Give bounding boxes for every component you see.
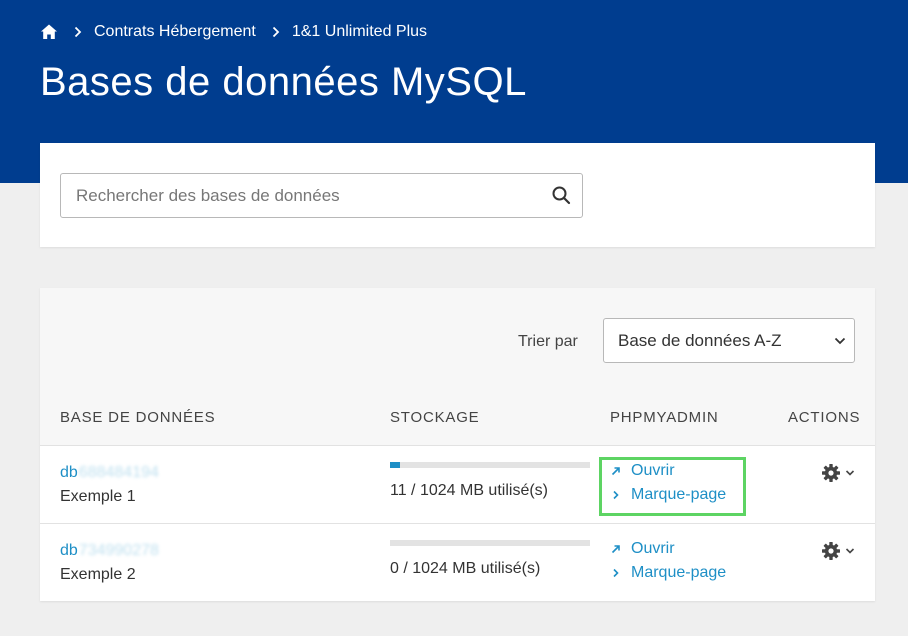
table-row: db688484194 Exemple 1 11 / 1024 MB utili… <box>40 445 875 523</box>
external-link-icon <box>611 467 620 476</box>
sort-selected-value: Base de données A-Z <box>618 331 782 350</box>
column-header-actions: ACTIONS <box>788 409 861 426</box>
database-name-link[interactable]: db688484194 <box>60 464 159 482</box>
actions-menu-button[interactable] <box>821 462 857 484</box>
sort-select[interactable]: Base de données A-Z <box>603 318 855 363</box>
search-card <box>40 143 875 247</box>
storage-usage-text: 11 / 1024 MB utilisé(s) <box>390 482 548 499</box>
phpmyadmin-open-label: Ouvrir <box>631 462 675 479</box>
phpmyadmin-open-link[interactable]: Ouvrir <box>610 462 675 480</box>
database-description: Exemple 1 <box>60 488 136 505</box>
storage-usage-text: 0 / 1024 MB utilisé(s) <box>390 560 541 577</box>
gear-icon <box>822 464 840 482</box>
gear-icon <box>822 542 840 560</box>
search-input[interactable] <box>61 174 541 217</box>
phpmyadmin-bookmark-link[interactable]: Marque-page <box>610 564 726 582</box>
breadcrumb: Contrats Hébergement 1&1 Unlimited Plus <box>40 20 427 44</box>
database-name-link[interactable]: db734990278 <box>60 542 159 560</box>
phpmyadmin-bookmark-label: Marque-page <box>631 564 727 581</box>
chevron-right-icon <box>272 26 280 38</box>
database-description: Exemple 2 <box>60 566 136 583</box>
chevron-down-icon <box>834 337 846 345</box>
storage-progress-bar <box>390 462 590 468</box>
phpmyadmin-open-label: Ouvrir <box>631 540 675 557</box>
chevron-right-icon <box>74 26 82 38</box>
breadcrumb-current: 1&1 Unlimited Plus <box>291 23 428 40</box>
database-name-redacted: 688484194 <box>78 464 159 481</box>
search-box <box>60 173 583 218</box>
sort-label: Trier par <box>518 333 578 350</box>
external-link-icon <box>611 545 620 554</box>
column-header-database: BASE DE DONNÉES <box>60 409 216 426</box>
phpmyadmin-bookmark-label: Marque-page <box>631 486 727 503</box>
database-name-prefix: db <box>60 542 78 559</box>
storage-progress-bar <box>390 540 590 546</box>
storage-progress-fill <box>390 462 400 468</box>
phpmyadmin-open-link[interactable]: Ouvrir <box>610 540 675 558</box>
chevron-down-icon <box>845 470 855 476</box>
actions-menu-button[interactable] <box>821 540 857 562</box>
database-list: Trier par Base de données A-Z BASE DE DO… <box>40 288 875 601</box>
database-name-redacted: 734990278 <box>78 542 159 559</box>
chevron-right-small-icon <box>613 568 619 578</box>
chevron-right-small-icon <box>613 490 619 500</box>
database-name-prefix: db <box>60 464 78 481</box>
page-title: Bases de données MySQL <box>40 60 527 104</box>
home-icon[interactable] <box>40 23 58 41</box>
breadcrumb-link-contracts[interactable]: Contrats Hébergement <box>94 23 256 41</box>
phpmyadmin-bookmark-link[interactable]: Marque-page <box>610 486 726 504</box>
column-header-storage: STOCKAGE <box>390 409 480 426</box>
search-icon[interactable] <box>551 185 571 205</box>
column-header-phpmyadmin: PHPMYADMIN <box>610 409 719 426</box>
chevron-down-icon <box>845 548 855 554</box>
table-row: db734990278 Exemple 2 0 / 1024 MB utilis… <box>40 523 875 601</box>
